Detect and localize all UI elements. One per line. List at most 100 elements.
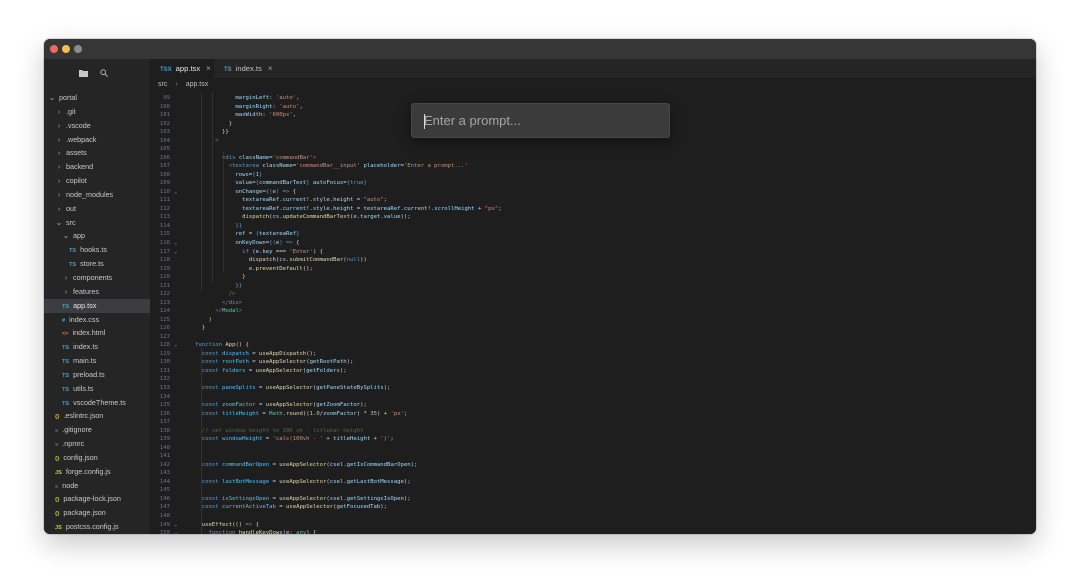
tree-item[interactable]: › .git [44, 105, 150, 119]
code-text: onKeyDown={(e) => { [195, 239, 299, 248]
command-bar [411, 103, 670, 138]
tree-item[interactable]: › copilot [44, 174, 150, 188]
tab-index-ts[interactable]: TS index.ts × [214, 59, 280, 78]
tree-item[interactable]: <> index.html [44, 326, 150, 340]
prompt-input[interactable] [412, 104, 669, 137]
code-text: function handleKeyDows(e: any) { [195, 529, 316, 534]
code-token: !. [306, 205, 313, 212]
tree-item[interactable]: › node_modules [44, 188, 150, 202]
code-token: getSettingsIsOpen [346, 495, 404, 502]
tree-item[interactable]: TS vscodeTheme.ts [44, 396, 150, 410]
tree-item[interactable]: # index.css [44, 313, 150, 327]
code-token: titleHeight [221, 410, 260, 417]
code-token: = [245, 367, 256, 374]
tree-item-label: index.css [69, 314, 100, 324]
tree-item[interactable]: TS store.ts [44, 257, 150, 271]
tree-item[interactable]: TS index.ts [44, 340, 150, 354]
sidebar-header [44, 59, 150, 91]
file-type-icon: JS [55, 525, 62, 532]
tree-item[interactable]: › out [44, 202, 150, 216]
code-editor[interactable]: 99 marginLeft: 'auto', 100 marginRight: '… [150, 92, 1036, 534]
code-token: useEffect [201, 521, 233, 528]
tree-item[interactable]: TS utils.ts [44, 382, 150, 396]
tree-item[interactable]: ≡ .npmrc [44, 437, 150, 451]
fold-chevron-icon[interactable]: ⌄ [174, 248, 177, 257]
tree-item[interactable]: ⌄ app [44, 229, 150, 243]
fold-chevron-icon[interactable]: ⌄ [174, 341, 177, 350]
code-token: > [238, 299, 243, 306]
tree-item[interactable]: {} .eslintrc.json [44, 409, 150, 423]
zoom-window-button[interactable] [74, 45, 82, 53]
search-icon[interactable] [100, 69, 108, 80]
code-token: !. [306, 197, 313, 204]
code-token: textarea [232, 163, 260, 170]
tree-item[interactable]: TS app.tsx [44, 298, 150, 313]
code-token: === [272, 248, 290, 255]
code-token: const [201, 350, 219, 357]
tree-item[interactable]: TS preload.ts [44, 368, 150, 382]
breadcrumb-item[interactable]: src [158, 81, 167, 88]
code-text: textareaRef.current!.style.height = "aut… [195, 196, 387, 205]
tree-item[interactable]: {} package-lock.json [44, 492, 150, 506]
tree-item[interactable]: TS hooks.ts [44, 243, 150, 257]
chevron-down-icon: ⌄ [55, 217, 63, 227]
tree-item[interactable]: › assets [44, 146, 150, 160]
tree-item-label: main.ts [73, 356, 97, 366]
tree-item[interactable]: ≡ .gitignore [44, 423, 150, 437]
line-number: 150 [159, 530, 170, 534]
fold-chevron-icon[interactable]: ⌄ [174, 521, 177, 530]
code-token: const [201, 385, 219, 392]
fold-chevron-icon[interactable]: ⌄ [174, 239, 177, 248]
code-text: marginLeft: 'auto', [195, 94, 299, 103]
fold-chevron-icon[interactable]: ⌄ [174, 188, 177, 197]
tree-item[interactable]: {} config.json [44, 451, 150, 465]
tree-item-label: package-lock.json [63, 494, 121, 504]
code-token: ); [410, 461, 418, 468]
tree-item[interactable]: › backend [44, 160, 150, 174]
close-window-button[interactable] [50, 45, 58, 53]
tree-item-label: features [73, 286, 99, 296]
line-number: 125 [159, 316, 170, 323]
folder-icon[interactable] [79, 69, 88, 80]
tree-item[interactable]: {} package.json [44, 506, 150, 520]
close-tab-icon[interactable]: × [206, 64, 211, 73]
tree-item[interactable]: › .webpack [44, 133, 150, 147]
tree-item[interactable]: › features [44, 285, 150, 299]
code-token: style [312, 205, 330, 212]
tree-item[interactable]: JS forge.config.js [44, 465, 150, 479]
code-text: }} [195, 282, 242, 291]
minimize-window-button[interactable] [62, 45, 70, 53]
tree-item-label: app.tsx [73, 300, 97, 310]
code-token: any [296, 530, 307, 534]
code-token: className [262, 163, 293, 170]
code-token: useAppSelector [255, 367, 303, 374]
tree-item[interactable]: TS main.ts [44, 354, 150, 368]
line-number: 137 [159, 419, 170, 426]
tree-item[interactable]: JS postcss.config.js [44, 520, 150, 534]
line-number: 105 [159, 146, 170, 153]
tree-item[interactable]: ⌄ src [44, 216, 150, 230]
tree-item[interactable]: ⌄ portal [44, 91, 150, 105]
fold-chevron-icon[interactable]: ⌄ [174, 529, 177, 534]
tree-item[interactable]: ≡ node [44, 479, 150, 493]
code-token: 'commandBar' [272, 154, 313, 161]
code-token: submitCommandBar [289, 257, 344, 264]
code-token: commandBarOpen [221, 461, 270, 468]
code-token: useAppSelector [265, 402, 313, 409]
line-number: 123 [159, 299, 170, 306]
code-token: const [201, 436, 219, 443]
breadcrumb: src › app.tsx [150, 78, 1036, 92]
tab-app-tsx[interactable]: TSX app.tsx × [150, 59, 214, 78]
close-tab-icon[interactable]: × [268, 64, 273, 73]
breadcrumb-item[interactable]: app.tsx [186, 81, 209, 88]
tree-item-label: copilot [66, 176, 87, 186]
code-text: > [195, 137, 218, 146]
ts-file-icon: TS [224, 67, 232, 73]
tree-item[interactable]: › .vscode [44, 119, 150, 133]
tree-item[interactable]: › components [44, 271, 150, 285]
